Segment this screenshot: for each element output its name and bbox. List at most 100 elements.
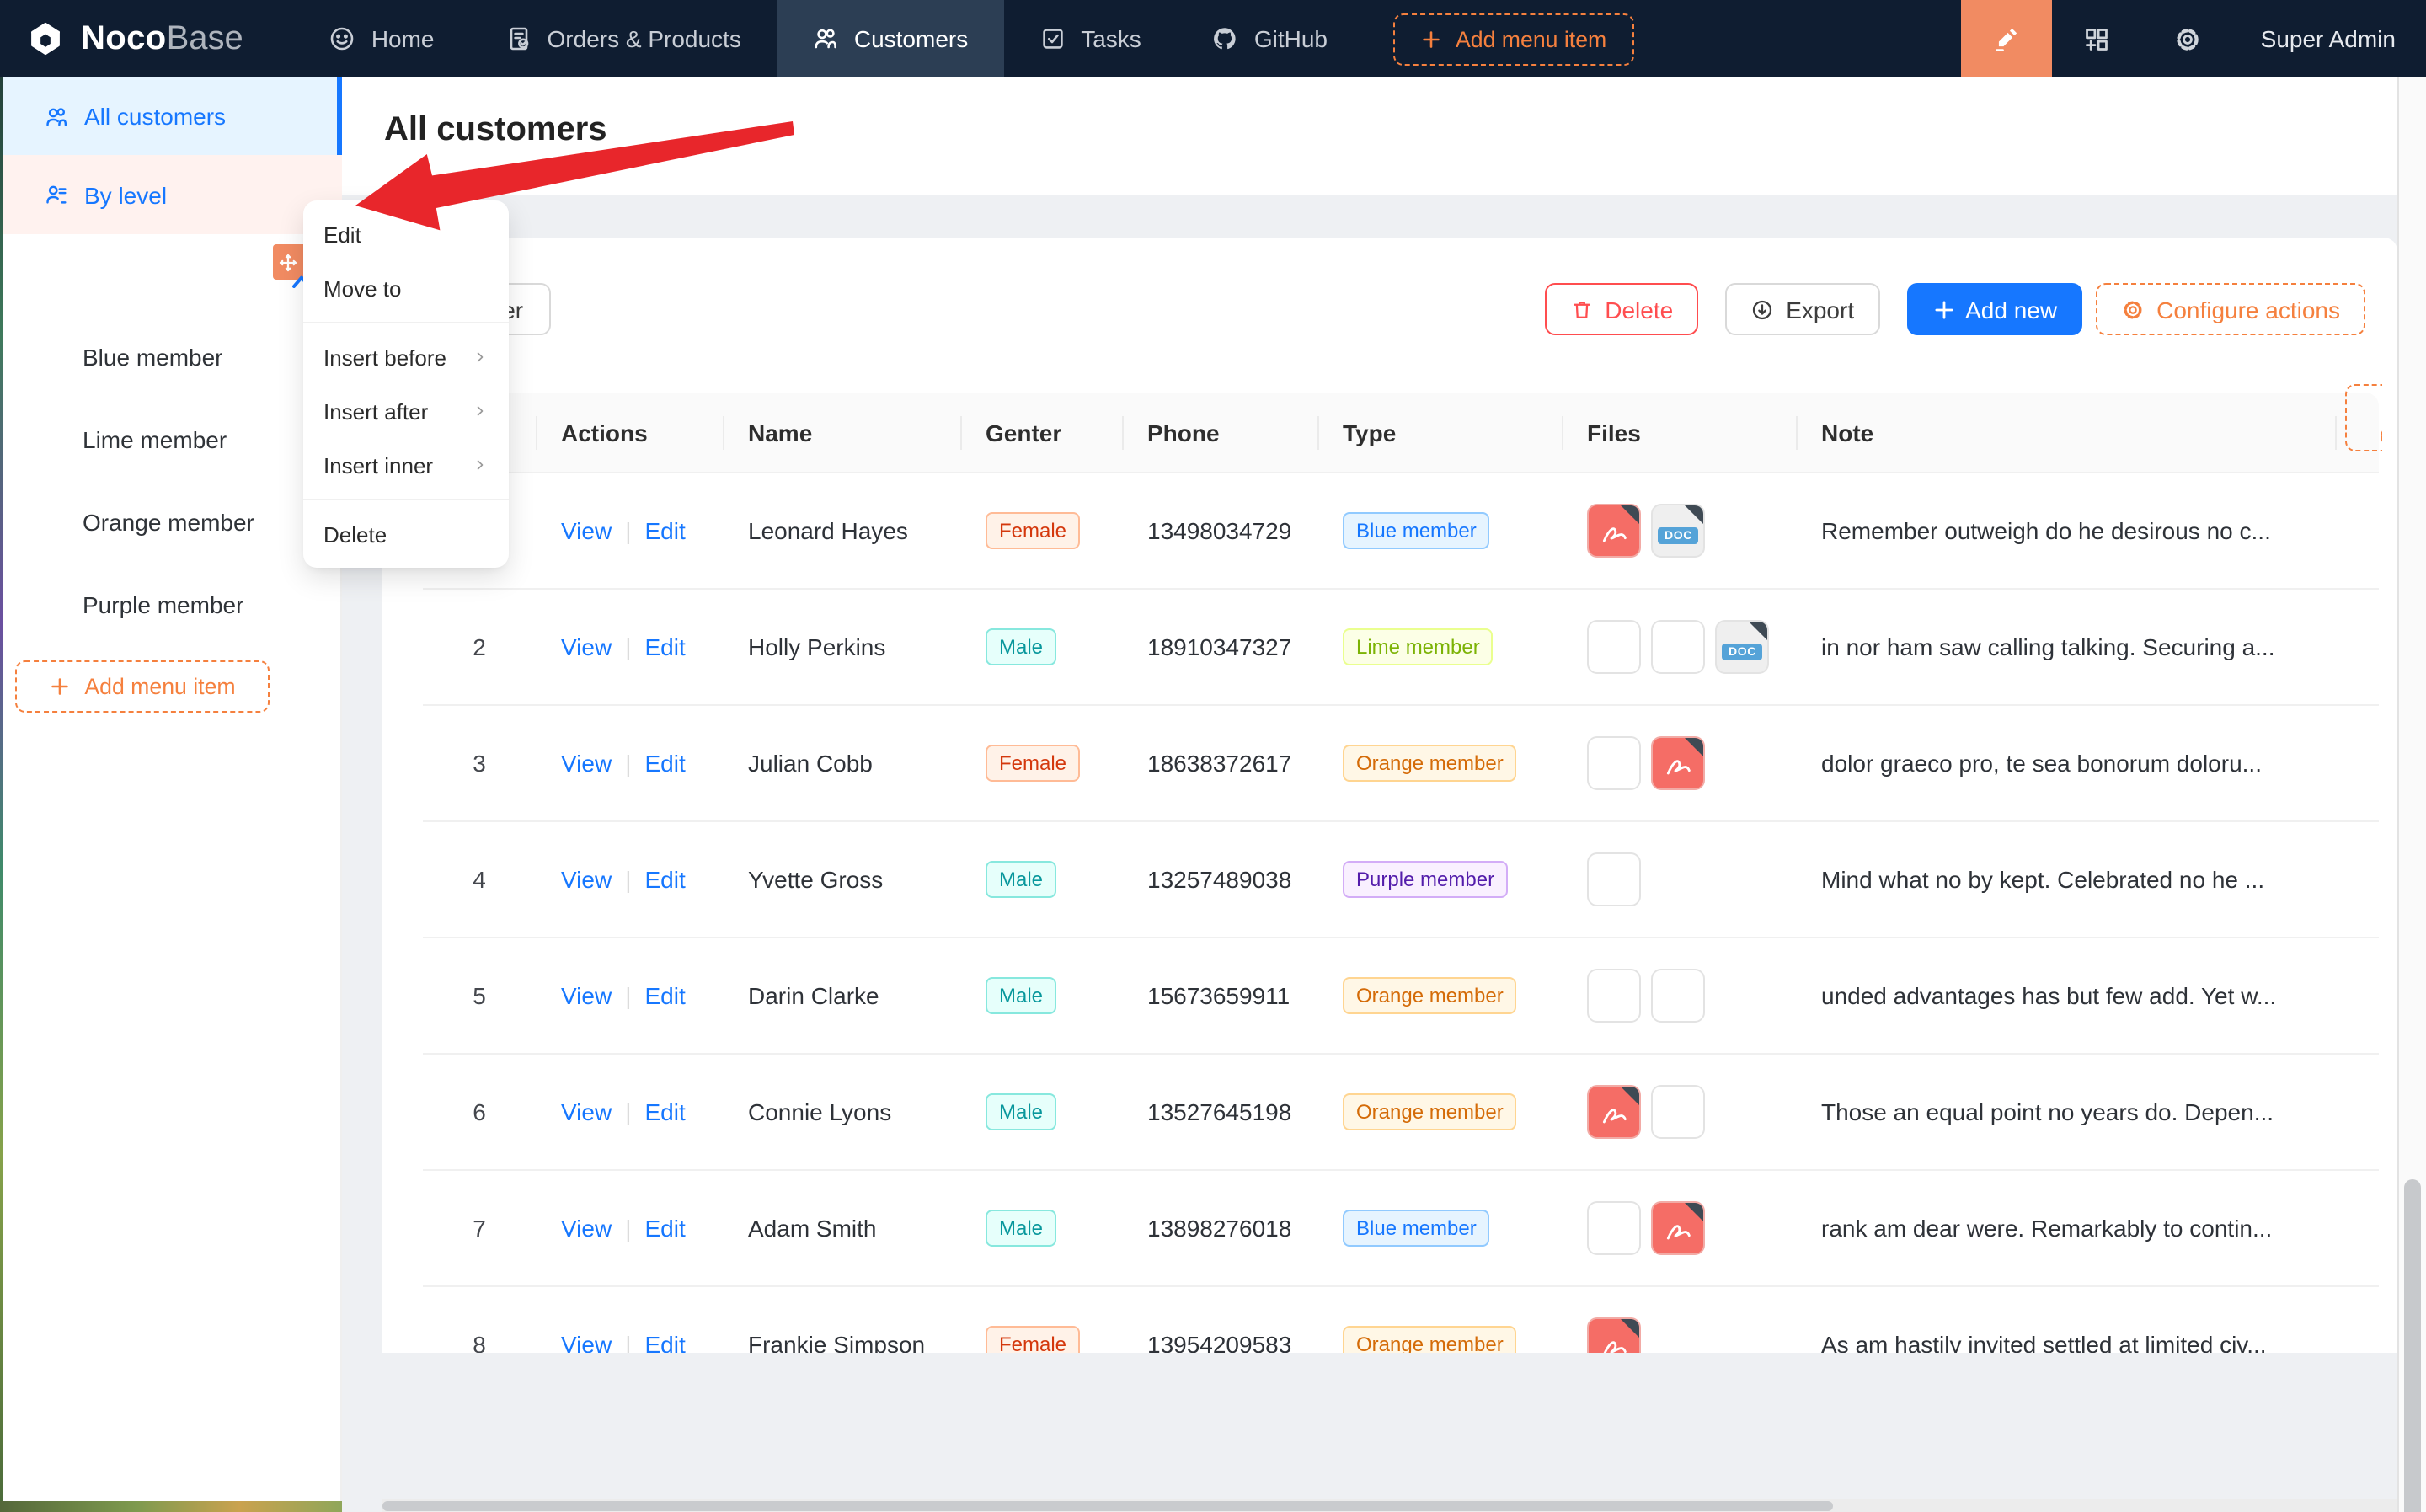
cell-type: Lime member [1317, 628, 1562, 665]
gender-badge: Female [986, 1326, 1080, 1352]
plugin-manager-button[interactable] [2052, 0, 2143, 77]
context-menu-item-label: Delete [323, 521, 387, 547]
trash-icon [1569, 297, 1593, 321]
member-type-badge: Lime member [1343, 628, 1494, 665]
delete-button[interactable]: Delete [1544, 283, 1698, 335]
cell-name: Connie Lyons [723, 1098, 960, 1125]
sidebar-item-all-customers[interactable]: All customers [0, 77, 342, 155]
cell-name: Leonard Hayes [723, 517, 960, 544]
cell-name: Julian Cobb [723, 750, 960, 777]
folded-corner [1621, 1319, 1639, 1338]
context-menu-item-insert-inner[interactable]: Insert inner [303, 438, 509, 492]
cell-phone: 13954209583 [1122, 1331, 1317, 1352]
image-attachment-thumbnail[interactable] [1587, 969, 1641, 1023]
sidebar-item-purple-member[interactable]: Purple member [0, 571, 342, 638]
view-link[interactable]: View [561, 517, 612, 544]
cell-type: Blue member [1317, 1210, 1562, 1247]
edit-link[interactable]: Edit [644, 517, 685, 544]
context-menu-item-move-to[interactable]: Move to [303, 261, 509, 315]
edit-link[interactable]: Edit [644, 1098, 685, 1125]
edit-link[interactable]: Edit [644, 982, 685, 1009]
column-header-label: Phone [1147, 419, 1220, 446]
column-header-label: Type [1343, 419, 1396, 446]
cell-files [1562, 1085, 1796, 1139]
link-separator: | [625, 633, 631, 660]
configure-columns-button[interactable] [2345, 384, 2382, 451]
link-separator: | [625, 517, 631, 544]
people-group-icon [44, 182, 69, 207]
image-attachment-thumbnail[interactable] [1587, 1201, 1641, 1255]
horizontal-scrollbar[interactable] [382, 1499, 2397, 1512]
edit-link[interactable]: Edit [644, 750, 685, 777]
cell-type: Orange member [1317, 1326, 1562, 1352]
nav-item-customers[interactable]: Customers [777, 0, 1003, 77]
pdf-file-icon[interactable] [1651, 736, 1705, 790]
ui-editor-button[interactable] [1961, 0, 2052, 77]
image-attachment-thumbnail[interactable] [1651, 969, 1705, 1023]
cell-files [1562, 969, 1796, 1023]
github-icon [1212, 25, 1239, 52]
image-attachment-thumbnail[interactable] [1587, 736, 1641, 790]
add-new-button[interactable]: Add new [1906, 283, 2082, 335]
doc-file-icon[interactable]: DOC [1715, 620, 1769, 674]
column-header-phone: Phone [1122, 392, 1317, 473]
horizontal-scrollbar-thumb[interactable] [382, 1501, 1833, 1510]
cell-gender: Male [960, 1210, 1122, 1247]
pdf-file-icon[interactable] [1651, 1201, 1705, 1255]
image-attachment-thumbnail[interactable] [1587, 620, 1641, 674]
edit-link[interactable]: Edit [644, 633, 685, 660]
nocobase-logo[interactable]: NocoBase [0, 17, 270, 61]
view-link[interactable]: View [561, 1098, 612, 1125]
gender-badge: Male [986, 1093, 1056, 1130]
pdf-file-icon[interactable] [1587, 1317, 1641, 1352]
cell-name: Holly Perkins [723, 633, 960, 660]
nav-item-home[interactable]: Home [294, 0, 470, 77]
column-divider [1122, 415, 1124, 449]
view-link[interactable]: View [561, 1331, 612, 1352]
vertical-scrollbar[interactable] [2397, 77, 2426, 1512]
pdf-file-icon[interactable] [1587, 1085, 1641, 1139]
sidebar-item-orange-member[interactable]: Orange member [0, 489, 342, 556]
view-link[interactable]: View [561, 750, 612, 777]
image-attachment-thumbnail[interactable] [1651, 1085, 1705, 1139]
nav-item-orders-products[interactable]: Orders & Products [470, 0, 777, 77]
row-actions: View|Edit [536, 982, 723, 1009]
cell-type: Orange member [1317, 977, 1562, 1014]
member-type-badge: Blue member [1343, 512, 1490, 549]
image-attachment-thumbnail[interactable] [1651, 620, 1705, 674]
edit-link[interactable]: Edit [644, 1331, 685, 1352]
edit-link[interactable]: Edit [644, 866, 685, 893]
image-attachment-thumbnail[interactable] [1587, 852, 1641, 906]
user-menu[interactable]: Super Admin [2234, 25, 2426, 52]
view-link[interactable]: View [561, 982, 612, 1009]
view-link[interactable]: View [561, 1215, 612, 1242]
sidebar-item-lime-member[interactable]: Lime member [0, 406, 342, 473]
context-menu-item-insert-after[interactable]: Insert after [303, 384, 509, 438]
view-link[interactable]: View [561, 633, 612, 660]
cell-type: Purple member [1317, 861, 1562, 898]
gender-badge: Female [986, 512, 1080, 549]
configure-actions-button[interactable]: Configure actions [2096, 283, 2365, 335]
column-header-note: Note [1796, 392, 2335, 473]
doc-file-icon[interactable]: DOC [1651, 504, 1705, 558]
navbar-add-menu-item-button[interactable]: Add menu item [1393, 13, 1633, 65]
sidebar-item-blue-member[interactable]: Blue member [0, 323, 342, 391]
sidebar-item-by-level[interactable]: By level [0, 155, 342, 234]
table-row: 1View|EditLeonard HayesFemale13498034729… [423, 473, 2379, 590]
context-menu-item-insert-before[interactable]: Insert before [303, 330, 509, 384]
sidebar-add-menu-item-button[interactable]: Add menu item [15, 660, 270, 713]
context-menu-item-delete[interactable]: Delete [303, 507, 509, 561]
edit-link[interactable]: Edit [644, 1215, 685, 1242]
view-link[interactable]: View [561, 866, 612, 893]
context-menu-item-edit[interactable]: Edit [303, 207, 509, 261]
vertical-scrollbar-thumb[interactable] [2404, 1179, 2421, 1512]
pdf-file-icon[interactable] [1587, 504, 1641, 558]
page-header: All customers [342, 77, 2426, 195]
export-button[interactable]: Export [1725, 283, 1879, 335]
top-navbar: NocoBase HomeOrders & ProductsCustomersT… [0, 0, 2426, 77]
nav-item-tasks[interactable]: Tasks [1003, 0, 1177, 77]
settings-button[interactable] [2143, 0, 2234, 77]
column-divider [1796, 415, 1798, 449]
nav-item-github[interactable]: GitHub [1177, 0, 1363, 77]
column-divider [536, 415, 537, 449]
